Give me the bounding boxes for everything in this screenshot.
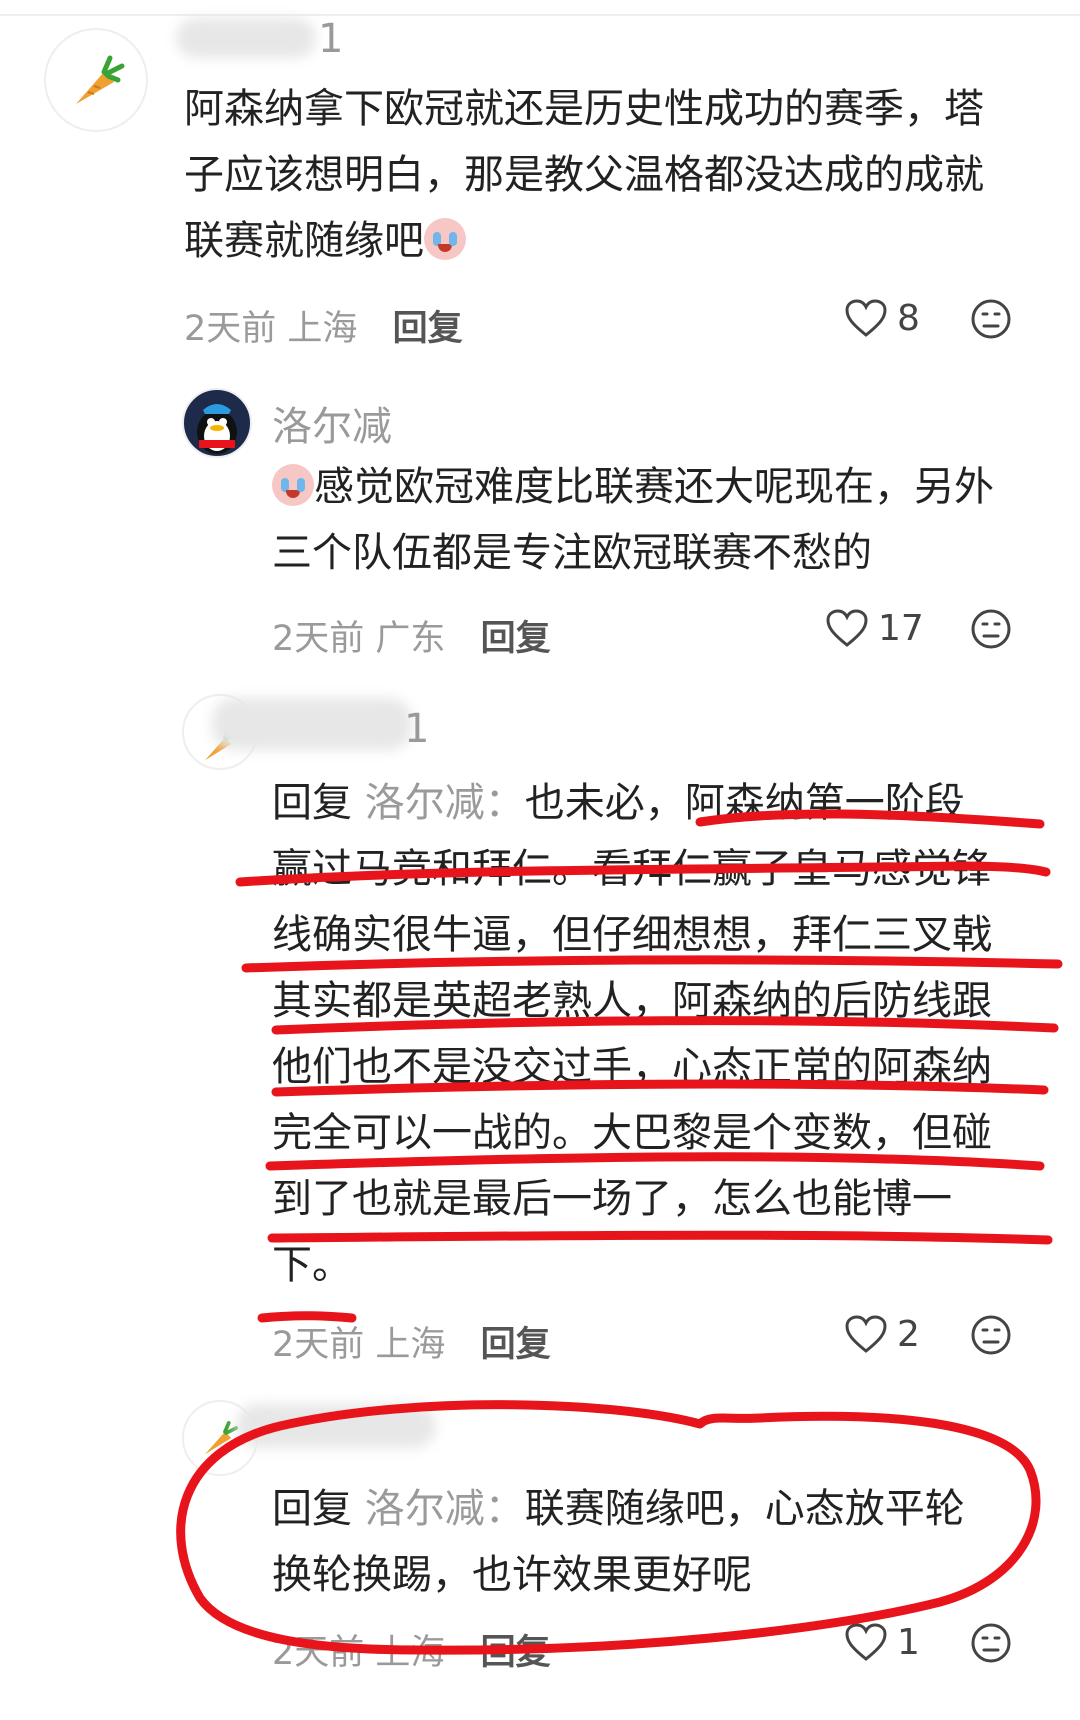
like-count: 2 xyxy=(897,1314,920,1355)
reaction-button[interactable] xyxy=(970,608,1012,654)
comment-line: 赢过马竞和拜仁。看拜仁赢了皇马感觉锋 xyxy=(272,846,992,892)
reply-button[interactable]: 回复 xyxy=(481,1633,551,1673)
comment-line: 下。 xyxy=(272,1242,352,1288)
comment-time: 2天前 xyxy=(272,619,365,659)
reply-button[interactable]: 回复 xyxy=(393,309,463,349)
reaction-button[interactable] xyxy=(970,298,1012,344)
neutral-face-icon xyxy=(971,1623,1011,1663)
reply-button[interactable]: 回复 xyxy=(481,1325,551,1365)
crying-face-emoji-icon xyxy=(272,464,314,506)
comment-line: 换轮换踢，也许效果更好呢 xyxy=(272,1552,752,1598)
heart-outline-icon xyxy=(826,608,868,647)
comment-line-text: 联赛随缘吧，心态放平轮 xyxy=(524,1486,965,1532)
username[interactable]: 1 xyxy=(404,706,429,752)
neutral-face-icon xyxy=(971,609,1011,649)
comment-location: 上海 xyxy=(287,309,358,349)
username-blurred xyxy=(236,1404,436,1448)
avatar[interactable] xyxy=(182,388,252,458)
neutral-face-icon xyxy=(971,299,1011,339)
comment-line-text: 联赛就随缘吧 xyxy=(184,218,424,264)
heart-outline-icon xyxy=(845,298,887,337)
carrot-icon xyxy=(46,50,146,118)
comment-line: 他们也不是没交过手，心态正常的阿森纳 xyxy=(272,1044,992,1090)
reaction-button[interactable] xyxy=(970,1622,1012,1668)
penguin-icon xyxy=(184,396,250,456)
comment-location: 上海 xyxy=(375,1325,446,1365)
like-button[interactable]: 2 xyxy=(845,1314,920,1355)
comment-text[interactable]: 回复 洛尔减：联赛随缘吧，心态放平轮 换轮换踢，也许效果更好呢 xyxy=(272,1476,965,1608)
like-button[interactable]: 1 xyxy=(845,1622,920,1663)
comment-meta: 2天前 上海 回复 xyxy=(272,1624,551,1675)
username-blurred xyxy=(212,698,412,750)
reply-to-username[interactable]: 洛尔减： xyxy=(365,780,525,826)
like-count: 17 xyxy=(878,608,924,649)
username-blurred xyxy=(176,18,316,58)
comment-time: 2天前 xyxy=(272,1633,365,1673)
username[interactable]: 洛尔减 xyxy=(272,394,392,452)
reply-to-username[interactable]: 洛尔减： xyxy=(365,1486,525,1532)
comment-location: 上海 xyxy=(375,1633,446,1673)
comment-location: 广东 xyxy=(375,619,446,659)
comment-text[interactable]: 感觉欧冠难度比联赛还大呢现在，另外 三个队伍都是专注欧冠联赛不愁的 xyxy=(272,454,994,586)
avatar[interactable] xyxy=(44,28,148,132)
username[interactable]: 1 xyxy=(318,16,343,62)
comment-line: 联赛就随缘吧 xyxy=(184,208,984,274)
comment-line: 三个队伍都是专注欧冠联赛不愁的 xyxy=(272,530,872,576)
comment-meta: 2天前 上海 回复 xyxy=(272,1316,551,1367)
like-button[interactable]: 8 xyxy=(845,298,920,339)
comment-text[interactable]: 阿森纳拿下欧冠就还是历史性成功的赛季，塔 子应该想明白，那是教父温格都没达成的成… xyxy=(184,76,984,274)
comment-line-text: 感觉欧冠难度比联赛还大呢现在，另外 xyxy=(314,464,994,510)
neutral-face-icon xyxy=(971,1315,1011,1355)
comment-text[interactable]: 回复 洛尔减：也未必，阿森纳第一阶段 赢过马竞和拜仁。看拜仁赢了皇马感觉锋 线确… xyxy=(272,770,992,1298)
reply-prefix: 回复 xyxy=(272,780,352,826)
heart-outline-icon xyxy=(845,1622,887,1661)
top-divider xyxy=(0,14,1080,16)
comment-time: 2天前 xyxy=(272,1325,365,1365)
comment-line: 回复 洛尔减：联赛随缘吧，心态放平轮 xyxy=(272,1476,965,1542)
reply-prefix: 回复 xyxy=(272,1486,352,1532)
crying-face-emoji-icon xyxy=(424,218,466,260)
comment-line: 子应该想明白，那是教父温格都没达成的成就 xyxy=(184,152,984,198)
comment-line: 线确实很牛逼，但仔细想想，拜仁三叉戟 xyxy=(272,912,992,958)
comment-line: 阿森纳拿下欧冠就还是历史性成功的赛季，塔 xyxy=(184,86,984,132)
comment-meta: 2天前 广东 回复 xyxy=(272,610,551,661)
comment-line: 感觉欧冠难度比联赛还大呢现在，另外 xyxy=(272,454,994,520)
comment-line-text: 也未必，阿森纳第一阶段 xyxy=(524,780,965,826)
comment-line: 其实都是英超老熟人，阿森纳的后防线跟 xyxy=(272,978,992,1024)
comment-meta: 2天前 上海 回复 xyxy=(184,300,463,351)
comment-line: 完全可以一战的。大巴黎是个变数，但碰 xyxy=(272,1110,992,1156)
heart-outline-icon xyxy=(845,1314,887,1353)
comment-line: 到了也就是最后一场了，怎么也能博一 xyxy=(272,1176,952,1222)
reaction-button[interactable] xyxy=(970,1314,1012,1360)
like-count: 8 xyxy=(897,298,920,339)
comment-line: 回复 洛尔减：也未必，阿森纳第一阶段 xyxy=(272,770,992,836)
like-count: 1 xyxy=(897,1622,920,1663)
like-button[interactable]: 17 xyxy=(826,608,924,649)
comment-time: 2天前 xyxy=(184,309,277,349)
reply-button[interactable]: 回复 xyxy=(481,619,551,659)
